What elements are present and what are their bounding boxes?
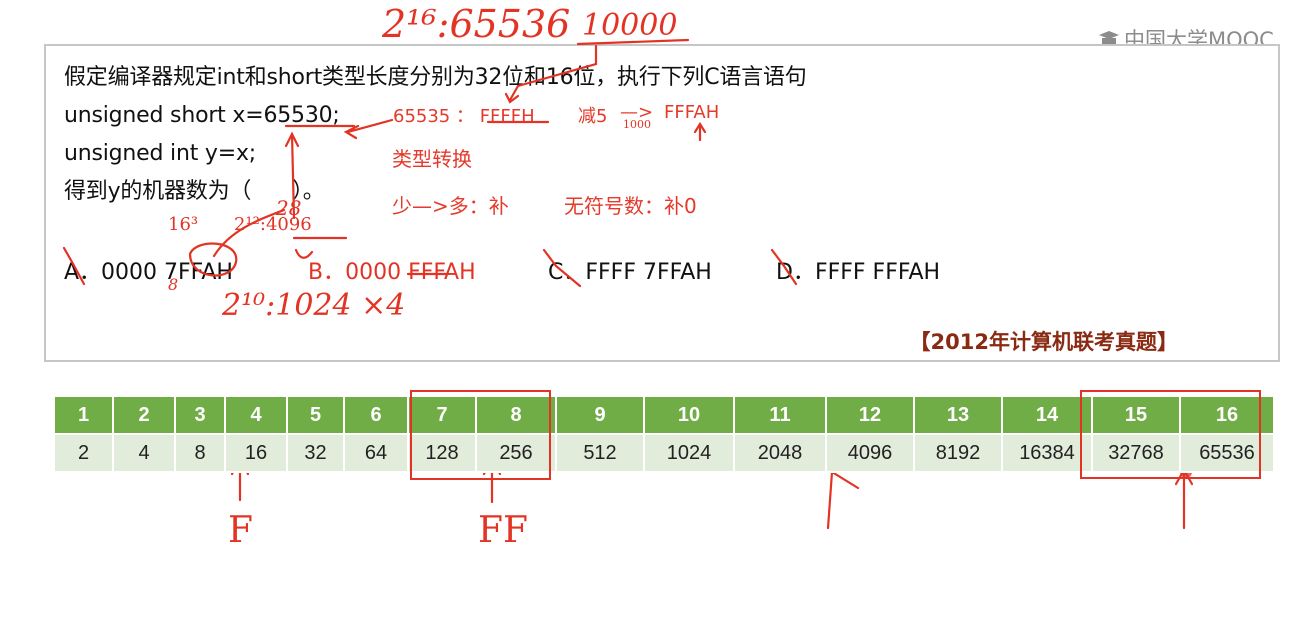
question-line-1: 假定编译器规定int和short类型长度分别为32位和16位，执行下列C语言语句 <box>64 65 807 90</box>
question-line-2: unsigned short x=65530; <box>64 103 340 128</box>
value-cell: 4 <box>112 433 176 473</box>
value-cell: 16384 <box>1001 433 1093 473</box>
hw-hex-10000: 10000 <box>582 8 678 43</box>
value-cell: 8192 <box>913 433 1003 473</box>
option-b[interactable]: B．0000 FFFAH <box>308 254 476 286</box>
exp-cell: 4 <box>224 395 288 435</box>
highlight-box-15-16 <box>1080 390 1261 479</box>
exp-cell: 3 <box>174 395 226 435</box>
value-cell: 2048 <box>733 433 827 473</box>
value-cell: 16 <box>224 433 288 473</box>
option-d[interactable]: D．FFFF FFFAH <box>776 254 940 286</box>
value-cell: 32 <box>286 433 345 473</box>
hw-f-label: F <box>228 510 253 551</box>
exp-cell: 6 <box>343 395 409 435</box>
arrow-under-4096 <box>826 470 860 530</box>
highlight-box-7-8 <box>410 390 551 480</box>
value-cell: 4096 <box>825 433 915 473</box>
option-c[interactable]: C．FFFF 7FFAH <box>548 254 712 286</box>
option-a[interactable]: A．0000 7FFAH <box>64 254 233 286</box>
question-line-3: unsigned int y=x; <box>64 141 257 166</box>
question-line-4: 得到y的机器数为（ ）。 <box>64 179 325 204</box>
hw-ff-label: FF <box>478 510 528 551</box>
question-box: 假定编译器规定int和short类型长度分别为32位和16位，执行下列C语言语句… <box>44 44 1280 362</box>
exp-cell: 10 <box>643 395 735 435</box>
value-cell: 64 <box>343 433 409 473</box>
exp-cell: 1 <box>53 395 114 435</box>
exp-cell: 5 <box>286 395 345 435</box>
hw-two-pow-16: 2¹⁶:65536 <box>382 2 571 46</box>
value-cell: 8 <box>174 433 226 473</box>
exp-cell: 11 <box>733 395 827 435</box>
exp-cell: 2 <box>112 395 176 435</box>
exp-cell: 9 <box>555 395 645 435</box>
exp-cell: 12 <box>825 395 915 435</box>
value-cell: 512 <box>555 433 645 473</box>
exp-cell: 14 <box>1001 395 1093 435</box>
exp-cell: 13 <box>913 395 1003 435</box>
value-cell: 1024 <box>643 433 735 473</box>
exam-source-tag: 【2012年计算机联考真题】 <box>909 330 1178 354</box>
value-cell: 2 <box>53 433 114 473</box>
